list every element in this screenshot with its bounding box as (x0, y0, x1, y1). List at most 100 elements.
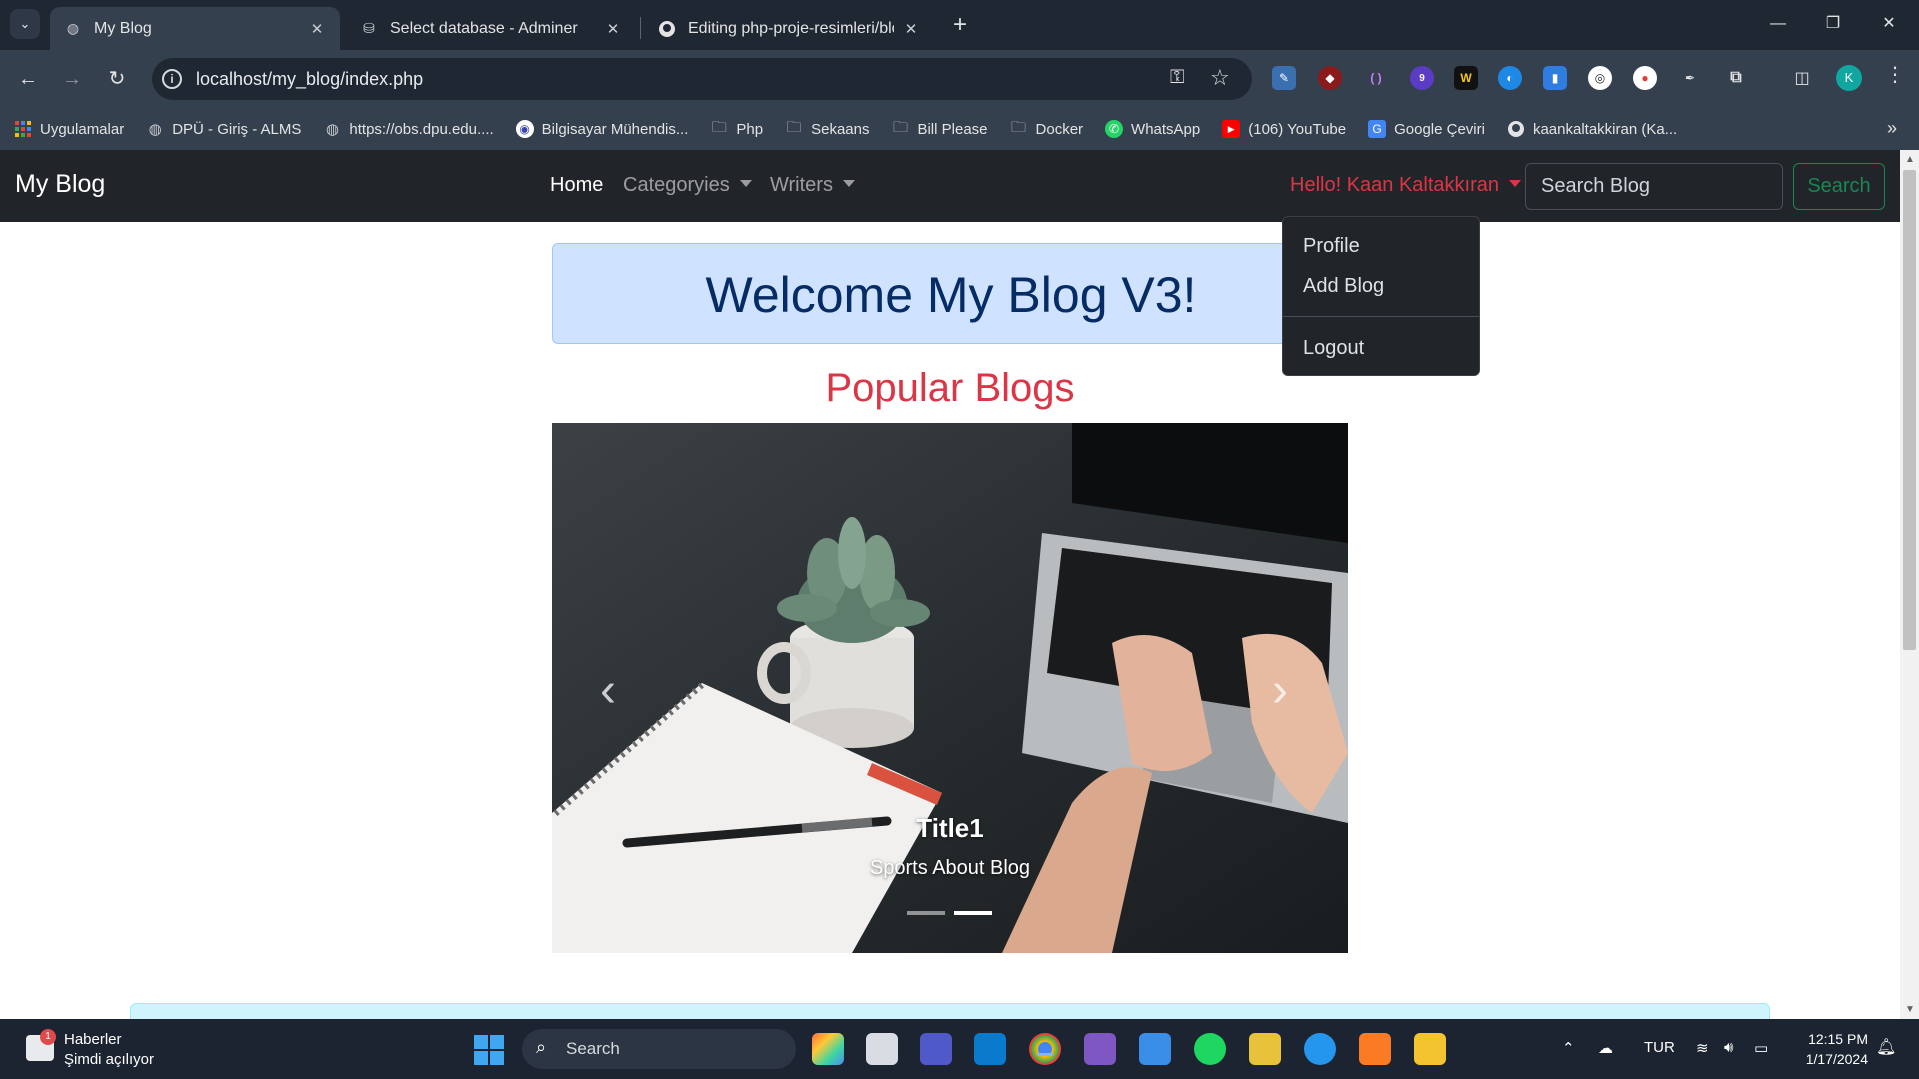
tray-chevron-up-icon[interactable]: ⌃ (1562, 1039, 1575, 1057)
dropdown-logout[interactable]: Logout (1303, 337, 1364, 360)
notification-bell-icon[interactable]: 🔔︎ (1876, 1037, 1896, 1057)
news-title[interactable]: Haberler (64, 1031, 122, 1048)
ublock-icon[interactable]: ◆ (1318, 66, 1342, 90)
bookmarks-bar: Uygulamalar ◍ DPÜ - Giriş - ALMS ◍ https… (0, 108, 1919, 150)
wappalyzer-icon[interactable]: W (1454, 66, 1478, 90)
user-menu-toggle[interactable]: Hello! Kaan Kaltakkıran (1290, 174, 1522, 197)
scroll-thumb[interactable] (1903, 170, 1916, 650)
bookmark-youtube[interactable]: ▶ (106) YouTube (1222, 120, 1346, 138)
page-scrollbar[interactable]: ▲ ▼ (1900, 150, 1919, 1019)
nav-writers[interactable]: Writers (770, 174, 855, 197)
eyedropper-icon[interactable]: ✒ (1678, 66, 1702, 90)
user-dropdown-menu: Profile Add Blog Logout (1282, 216, 1480, 376)
apps-grid-icon (14, 120, 32, 138)
dropdown-profile[interactable]: Profile (1303, 235, 1360, 258)
tab-github-editing[interactable]: Editing php-proje-resimleri/blo ✕ (644, 7, 934, 50)
docker-icon[interactable] (1304, 1033, 1336, 1065)
profile-avatar[interactable]: K (1836, 65, 1862, 91)
task-view-icon[interactable] (866, 1033, 898, 1065)
carousel-indicator-active[interactable] (954, 911, 992, 915)
close-icon[interactable]: ✕ (604, 20, 622, 38)
mail-icon[interactable] (1139, 1033, 1171, 1065)
carousel-caption-text: Sports About Blog (869, 857, 1031, 879)
password-key-icon[interactable]: ⚿ (1170, 67, 1184, 89)
bookmark-folder-sekaans[interactable]: 🗀 Sekaans (785, 119, 870, 138)
browser-menu-icon[interactable]: ⋮ (1885, 62, 1905, 87)
nav-categories[interactable]: Categoryies (623, 174, 752, 197)
bookmark-whatsapp[interactable]: ✆ WhatsApp (1105, 120, 1200, 138)
bookmark-apps[interactable]: Uygulamalar (14, 120, 124, 138)
chrome-icon[interactable] (1029, 1033, 1061, 1065)
restore-button[interactable]: ❐ (1811, 8, 1855, 40)
new-tab-button[interactable]: + (946, 12, 974, 40)
reload-button[interactable]: ↻ (102, 64, 132, 94)
extension-edge-icon[interactable]: ◐ (1498, 66, 1522, 90)
blog-carousel[interactable]: ‹ › Title1 Sports About Blog (552, 423, 1348, 953)
bookmark-star-icon[interactable]: ☆ (1210, 65, 1230, 91)
carousel-prev-icon[interactable]: ‹ (600, 663, 616, 718)
minimize-button[interactable]: — (1756, 8, 1800, 40)
bookmark-obs[interactable]: ◍ https://obs.dpu.edu.... (323, 120, 494, 139)
bookmark-label: WhatsApp (1131, 120, 1201, 138)
bookmark-github[interactable]: kaankaltakkiran (Ka... (1507, 120, 1677, 138)
github-icon (1507, 120, 1525, 138)
carousel-next-icon[interactable]: › (1272, 663, 1288, 718)
bookmark-folder-php[interactable]: 🗀 Php (710, 118, 763, 138)
window-close-button[interactable]: ✕ (1867, 8, 1911, 40)
bookmark-folder-bill-please[interactable]: 🗀 Bill Please (891, 119, 988, 138)
address-bar[interactable]: i localhost/my_blog/index.php ⚿ ☆ (152, 58, 1252, 100)
blog-search-input[interactable] (1525, 163, 1783, 210)
bookmark-bilgisayar[interactable]: ◉ Bilgisayar Mühendis... (515, 120, 688, 138)
scroll-up-arrow-icon[interactable]: ▲ (1905, 154, 1915, 165)
clock-time[interactable]: 12:15 PM (1796, 1031, 1868, 1047)
xampp-icon[interactable] (1359, 1033, 1391, 1065)
bookmark-folder-docker[interactable]: 🗀 Docker (1010, 118, 1083, 138)
spotify-icon[interactable] (1194, 1033, 1226, 1065)
side-panel-icon[interactable]: ◫ (1790, 66, 1814, 90)
onedrive-cloud-icon[interactable]: ☁ (1598, 1039, 1613, 1057)
folder-icon: 🗀 (711, 118, 727, 136)
tab-my-blog[interactable]: ◍ My Blog ✕ (50, 7, 340, 50)
vscode-icon[interactable] (974, 1033, 1006, 1065)
extension-brackets-icon[interactable]: ( ) (1364, 66, 1388, 90)
sticky-notes-icon[interactable] (1249, 1033, 1281, 1065)
carousel-indicator[interactable] (907, 911, 945, 915)
extensions-puzzle-icon[interactable]: ⧉ (1724, 66, 1748, 90)
copilot-icon[interactable] (812, 1033, 844, 1065)
scroll-down-arrow-icon[interactable]: ▼ (1905, 1004, 1915, 1015)
dropdown-add-blog[interactable]: Add Blog (1303, 275, 1384, 298)
nav-home[interactable]: Home (550, 174, 603, 197)
site-info-icon[interactable]: i (162, 69, 182, 89)
url-text[interactable]: localhost/my_blog/index.php (196, 69, 423, 90)
tab-adminer[interactable]: ⛁ Select database - Adminer ✕ (346, 7, 636, 50)
input-language[interactable]: TUR (1644, 1039, 1675, 1056)
tab-search-button[interactable]: ⌄ (10, 9, 40, 39)
extension-doc-icon[interactable]: ▮ (1543, 66, 1567, 90)
google-translate-icon: G (1368, 120, 1387, 138)
folder-icon: 🗀 (1011, 118, 1027, 136)
close-icon[interactable]: ✕ (902, 20, 920, 38)
clock-date[interactable]: 1/17/2024 (1796, 1051, 1868, 1067)
site-brand[interactable]: My Blog (15, 170, 105, 199)
record-icon[interactable]: ● (1633, 66, 1657, 90)
back-button[interactable]: ← (13, 64, 43, 94)
wifi-icon[interactable]: ≋ (1696, 1039, 1709, 1057)
file-explorer-icon[interactable] (1414, 1033, 1446, 1065)
extension-pen-icon[interactable]: ✎ (1272, 66, 1296, 90)
windows-start-icon[interactable] (474, 1035, 504, 1065)
bookmark-google-translate[interactable]: G Google Çeviri (1368, 120, 1485, 138)
battery-icon[interactable]: ▭ (1754, 1039, 1768, 1057)
bookmark-dpu-alms[interactable]: ◍ DPÜ - Giriş - ALMS (146, 120, 302, 139)
chevron-double-right-icon[interactable]: » (1887, 118, 1897, 139)
user-greeting: Hello! Kaan Kaltakkıran (1290, 174, 1500, 196)
teams-icon[interactable] (920, 1033, 952, 1065)
forward-button[interactable]: → (57, 64, 87, 94)
volume-icon[interactable]: 🔊︎ (1724, 1039, 1733, 1056)
extension-circle-icon[interactable]: ◎ (1588, 66, 1612, 90)
extension-badge-icon[interactable]: 9 (1410, 66, 1434, 90)
site-icon: ◉ (515, 120, 534, 138)
close-icon[interactable]: ✕ (308, 20, 326, 38)
taskbar-search[interactable]: ⌕ Search (522, 1029, 796, 1069)
visual-studio-icon[interactable] (1084, 1033, 1116, 1065)
search-button[interactable]: Search (1793, 163, 1885, 210)
